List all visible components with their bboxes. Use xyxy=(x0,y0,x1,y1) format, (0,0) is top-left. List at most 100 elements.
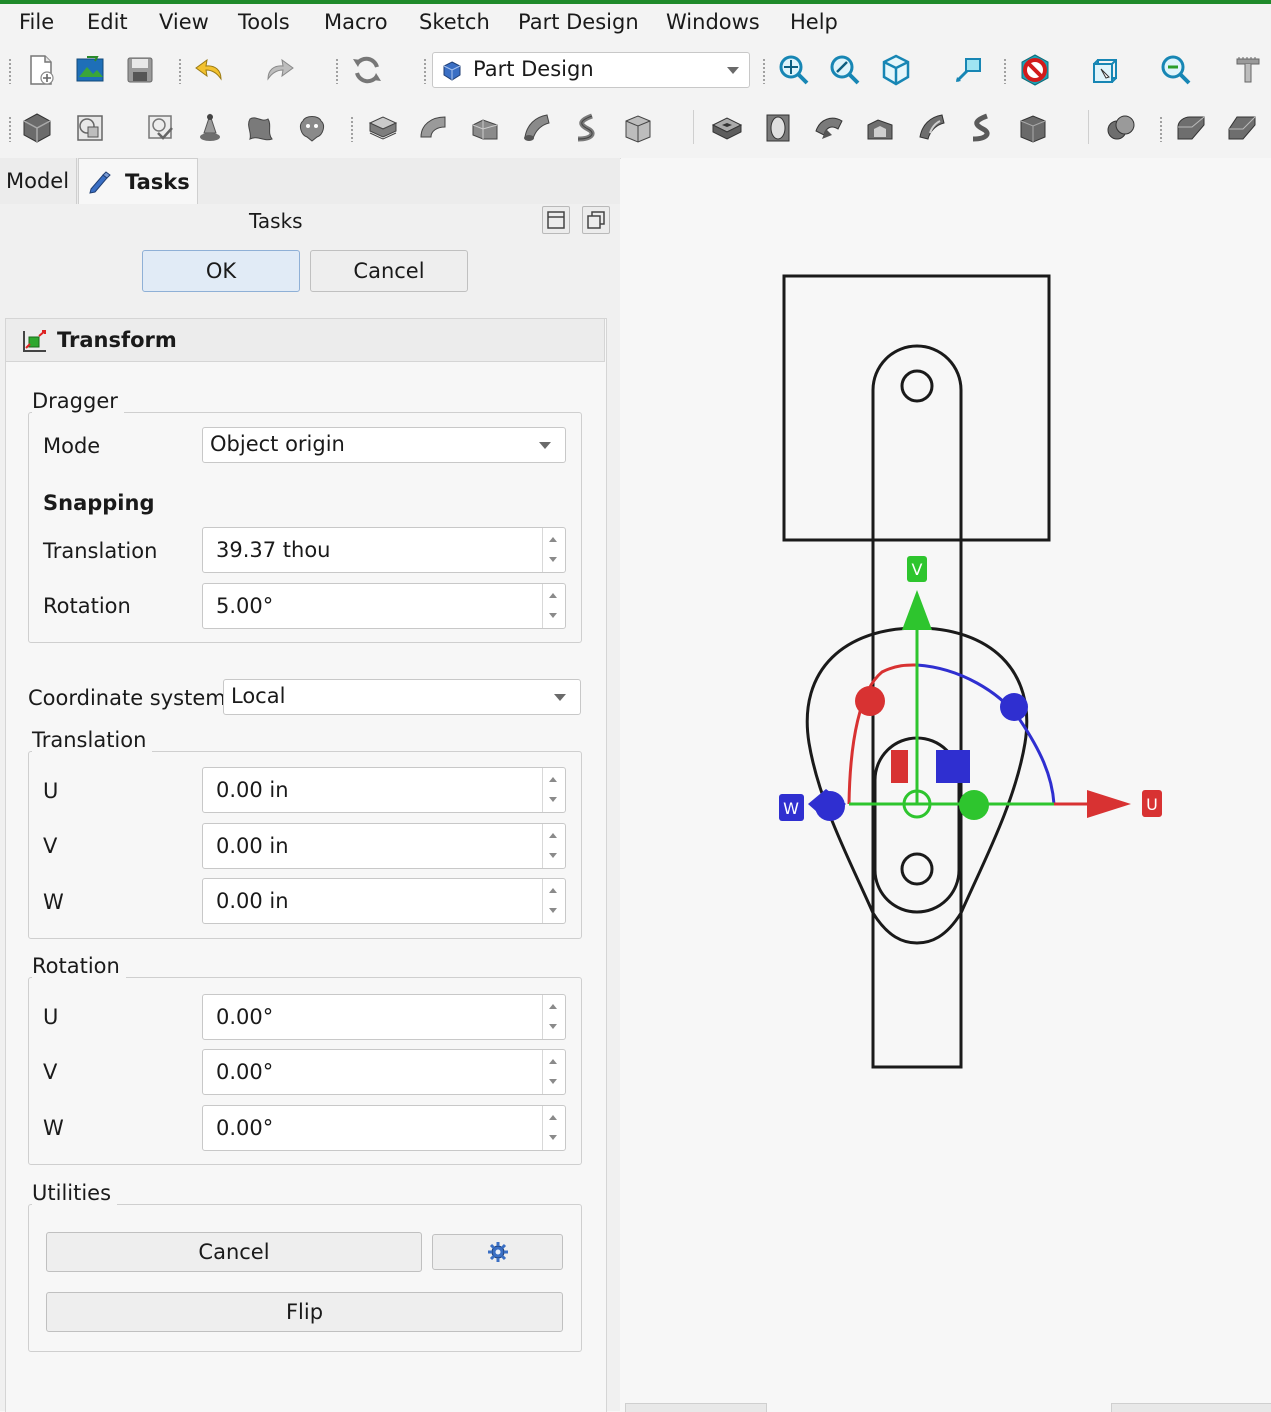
translate-w-handle[interactable] xyxy=(815,791,845,821)
menu-sketch[interactable]: Sketch xyxy=(419,10,490,34)
undock-panel-icon[interactable] xyxy=(582,206,610,234)
transform-panel-header[interactable]: Transform xyxy=(5,318,605,362)
snap-translation-field[interactable]: 39.37 thou xyxy=(202,527,566,573)
draw-style-icon[interactable] xyxy=(1015,50,1055,90)
measure-icon[interactable] xyxy=(948,50,988,90)
coordinate-system-select[interactable]: Local xyxy=(223,679,581,715)
spin-arrows[interactable] xyxy=(542,528,565,572)
spin-arrows[interactable] xyxy=(542,1050,565,1094)
translation-u-field[interactable]: 0.00 in xyxy=(202,767,566,813)
menu-windows[interactable]: Windows xyxy=(666,10,760,34)
translation-v-field[interactable]: 0.00 in xyxy=(202,823,566,869)
ok-button[interactable]: OK xyxy=(142,250,300,292)
rotation-w-field[interactable]: 0.00° xyxy=(202,1105,566,1151)
sketch-hole-top[interactable] xyxy=(900,369,934,403)
tab-model[interactable]: Model xyxy=(0,158,77,204)
toolbar-grip[interactable] xyxy=(1159,116,1163,142)
pocket-icon[interactable] xyxy=(707,108,747,148)
rotate-v-handle[interactable] xyxy=(959,790,989,820)
spin-down-icon[interactable] xyxy=(549,1135,557,1140)
new-file-icon[interactable] xyxy=(21,50,61,90)
spin-arrows[interactable] xyxy=(542,879,565,923)
toolbar-grip[interactable] xyxy=(8,116,12,142)
chamfer-icon[interactable] xyxy=(1222,108,1262,148)
snap-rotation-field[interactable]: 5.00° xyxy=(202,583,566,629)
spin-up-icon[interactable] xyxy=(549,593,557,598)
flip-button[interactable]: Flip xyxy=(46,1292,563,1332)
spin-arrows[interactable] xyxy=(542,768,565,812)
spin-arrows[interactable] xyxy=(542,584,565,628)
toolbar-grip[interactable] xyxy=(1003,58,1007,84)
spin-up-icon[interactable] xyxy=(549,833,557,838)
spin-arrows[interactable] xyxy=(542,1106,565,1150)
spin-up-icon[interactable] xyxy=(549,888,557,893)
spin-up-icon[interactable] xyxy=(549,777,557,782)
datum-feature-icon[interactable] xyxy=(292,108,332,148)
axis-u-arrowhead[interactable] xyxy=(1087,790,1131,818)
fillet-icon[interactable] xyxy=(1171,108,1211,148)
datum-point-icon[interactable] xyxy=(190,108,230,148)
toolbar-grip[interactable] xyxy=(335,58,339,84)
spin-arrows[interactable] xyxy=(542,824,565,868)
menu-macro[interactable]: Macro xyxy=(324,10,388,34)
pipe-icon[interactable] xyxy=(516,108,556,148)
settings-button[interactable] xyxy=(432,1234,563,1270)
spin-down-icon[interactable] xyxy=(549,613,557,618)
spin-up-icon[interactable] xyxy=(549,1059,557,1064)
translation-w-field[interactable]: 0.00 in xyxy=(202,878,566,924)
workbench-selector[interactable]: Part Design xyxy=(432,52,750,88)
subtractive-primitive-icon[interactable] xyxy=(1013,108,1053,148)
revolve-icon[interactable] xyxy=(414,108,454,148)
menu-view[interactable]: View xyxy=(159,10,209,34)
shape-binder-icon[interactable] xyxy=(70,108,110,148)
datum-plane-icon[interactable] xyxy=(241,108,281,148)
3d-viewport[interactable]: V U W xyxy=(621,158,1271,1411)
toolbar-grip[interactable] xyxy=(762,58,766,84)
redo-icon[interactable] xyxy=(259,50,299,90)
plane-handle-blue[interactable] xyxy=(936,750,970,783)
spin-down-icon[interactable] xyxy=(549,1079,557,1084)
refresh-icon[interactable] xyxy=(347,50,387,90)
loft-icon[interactable] xyxy=(465,108,505,148)
spin-down-icon[interactable] xyxy=(549,853,557,858)
toolbar-grip[interactable] xyxy=(350,116,354,142)
isometric-view-icon[interactable] xyxy=(876,50,916,90)
rotation-arc-u[interactable] xyxy=(847,663,918,805)
rotation-arc-w[interactable] xyxy=(916,663,1056,805)
rotate-u-handle[interactable] xyxy=(855,686,885,716)
menu-file[interactable]: File xyxy=(19,10,54,34)
subtractive-helix-icon[interactable] xyxy=(962,108,1002,148)
sketch-square[interactable] xyxy=(782,274,1051,542)
measure-tool-icon[interactable] xyxy=(1228,50,1268,90)
spin-arrows[interactable] xyxy=(542,995,565,1039)
collapse-panel-icon[interactable] xyxy=(542,206,570,234)
fit-all-icon[interactable] xyxy=(774,50,814,90)
groove-icon[interactable] xyxy=(809,108,849,148)
tab-tasks[interactable]: Tasks xyxy=(78,158,198,205)
pad-icon[interactable] xyxy=(363,108,403,148)
hole-icon[interactable] xyxy=(758,108,798,148)
axis-v-arrowhead[interactable] xyxy=(902,590,932,630)
spin-down-icon[interactable] xyxy=(549,557,557,562)
spin-up-icon[interactable] xyxy=(549,1115,557,1120)
mode-select[interactable]: Object origin xyxy=(202,427,566,463)
menu-edit[interactable]: Edit xyxy=(87,10,128,34)
utilities-cancel-button[interactable]: Cancel xyxy=(46,1232,422,1272)
zoom-icon[interactable] xyxy=(1156,50,1196,90)
spin-up-icon[interactable] xyxy=(549,1004,557,1009)
spin-down-icon[interactable] xyxy=(549,1024,557,1029)
subtractive-loft-icon[interactable] xyxy=(860,108,900,148)
menu-part-design[interactable]: Part Design xyxy=(518,10,639,34)
plane-handle-red[interactable] xyxy=(891,750,908,783)
rotate-w-handle[interactable] xyxy=(1000,693,1028,721)
bounding-box-icon[interactable] xyxy=(1086,50,1126,90)
toolbar-grip[interactable] xyxy=(178,58,182,84)
toolbar-grip[interactable] xyxy=(423,58,427,84)
spin-up-icon[interactable] xyxy=(549,537,557,542)
save-icon[interactable] xyxy=(120,50,160,90)
sketch-hole-bottom[interactable] xyxy=(900,852,934,886)
boolean-icon[interactable] xyxy=(1101,108,1141,148)
helix-icon[interactable] xyxy=(567,108,607,148)
menu-help[interactable]: Help xyxy=(790,10,838,34)
spin-down-icon[interactable] xyxy=(549,797,557,802)
